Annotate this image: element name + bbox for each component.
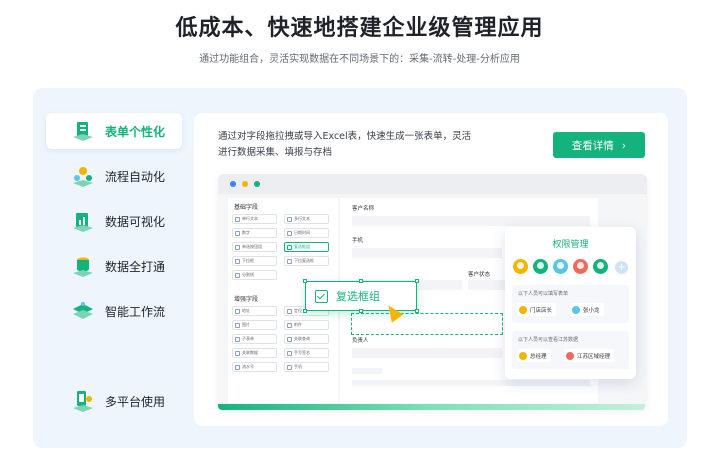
advanced-fields-title: 增强字段	[234, 296, 259, 303]
preview-bottom-bar	[218, 404, 645, 410]
phone-label: 手机	[352, 238, 364, 244]
window-dot-yellow	[242, 181, 248, 187]
resize-handle[interactable]	[359, 279, 363, 283]
nav-item-label: 多平台使用	[105, 394, 166, 409]
section-label: 以下人员可以填写表单	[518, 291, 569, 297]
field-chip[interactable]: 附件	[284, 320, 329, 330]
resize-handle[interactable]	[303, 309, 307, 313]
permission-section-fill: 以下人员可以填写表单 门店店长 张小龙	[512, 285, 629, 323]
field-chip[interactable]: 手写签名	[284, 348, 329, 358]
form-icon	[71, 119, 95, 143]
placeholder-bar	[352, 368, 382, 374]
placeholder-bar	[352, 380, 590, 386]
field-chip-highlighted[interactable]: 复选框组	[284, 242, 329, 252]
layers-icon	[71, 299, 95, 323]
add-member-icon[interactable]: +	[615, 261, 628, 274]
field-chip[interactable]: 下拉复选框	[284, 256, 329, 266]
nav-item-label: 智能工作流	[105, 304, 166, 319]
avatar	[519, 351, 527, 360]
checkbox-icon	[315, 289, 328, 303]
avatar	[519, 305, 527, 314]
field-chip[interactable]: 子表单	[232, 334, 277, 344]
resize-handle[interactable]	[415, 279, 419, 283]
field-chip[interactable]: 多行文本	[284, 214, 329, 224]
resize-handle[interactable]	[303, 279, 307, 283]
nav-item-visualization[interactable]: 数据可视化	[46, 203, 182, 239]
avatar	[513, 259, 528, 274]
avatar	[533, 259, 548, 274]
page-title: 低成本、快速地搭建企业级管理应用	[175, 16, 544, 41]
user-tag[interactable]: 总经理	[517, 349, 551, 362]
nav-item-label: 数据全打通	[105, 259, 166, 274]
basic-fields-title: 基础字段	[234, 204, 259, 211]
chevron-right-icon: ›	[621, 138, 627, 152]
field-chip[interactable]: 图片	[232, 320, 277, 330]
page-subtitle: 通过功能组合，灵活实现数据在不同场景下的：采集-流转-处理-分析应用	[199, 54, 520, 65]
permission-section-view: 以下人员可以查看江苏数据 总经理 江苏区域经理	[512, 331, 629, 369]
user-tag[interactable]: 张小龙	[570, 303, 604, 316]
field-chip[interactable]: 地址	[232, 306, 277, 316]
phone-field[interactable]	[352, 248, 502, 258]
permission-card: 权限管理 + 以下人员可以填写表单 门店店长 张小龙 以下人员可以查看江苏数据 …	[505, 227, 636, 379]
dragged-widget-label: 复选框组	[336, 290, 380, 303]
resize-handle[interactable]	[359, 309, 363, 313]
window-dot-blue	[230, 181, 236, 187]
view-details-label: 查看详情	[571, 139, 614, 152]
customer-name-field[interactable]	[352, 216, 590, 226]
owner-label: 负责人	[352, 338, 369, 344]
status-field-right[interactable]	[468, 280, 508, 290]
devices-icon	[71, 389, 95, 413]
resize-handle[interactable]	[415, 309, 419, 313]
field-chip[interactable]: 日期时间	[284, 228, 329, 238]
feature-description: 通过对字段拖拉拽或导入Excel表，快速生成一张表单，灵活进行数据采集、填报与存…	[218, 131, 472, 158]
window-title-bar	[218, 174, 647, 194]
field-chip[interactable]: 手机	[284, 362, 329, 372]
customer-name-label: 客户名称	[352, 206, 375, 212]
section-label: 以下人员可以查看江苏数据	[518, 337, 579, 343]
customer-status-label: 客户状态	[468, 272, 491, 278]
avatar	[566, 351, 574, 360]
nav-item-smart-flow[interactable]: 智能工作流	[46, 293, 182, 329]
chart-icon	[71, 209, 95, 233]
nav-item-form[interactable]: 表单个性化	[46, 113, 182, 149]
user-tag[interactable]: 门店店长	[517, 303, 557, 316]
avatar	[593, 259, 608, 274]
database-icon	[71, 254, 95, 278]
window-dot-green	[254, 181, 260, 187]
avatar	[573, 259, 588, 274]
field-chip[interactable]: 关联查询	[284, 334, 329, 344]
field-chip[interactable]: 分割线	[232, 270, 277, 280]
nav-item-data-sync[interactable]: 数据全打通	[46, 248, 182, 284]
user-tag[interactable]: 江苏区域经理	[564, 349, 615, 362]
nav-item-workflow[interactable]: 流程自动化	[46, 158, 182, 194]
avatar	[553, 259, 568, 274]
view-details-button[interactable]: 查看详情 ›	[553, 132, 645, 158]
nav-item-label: 流程自动化	[105, 169, 166, 184]
workflow-icon	[71, 164, 95, 188]
field-chip[interactable]: 下拉框	[232, 256, 277, 266]
owner-field[interactable]	[352, 348, 502, 358]
nav-item-multi-platform[interactable]: 多平台使用	[46, 383, 182, 419]
nav-item-label: 表单个性化	[105, 124, 166, 139]
dragged-checkbox-widget[interactable]: 复选框组	[305, 281, 417, 311]
field-chip[interactable]: 流水号	[232, 362, 277, 372]
avatar	[572, 305, 580, 314]
drop-target-area[interactable]	[351, 313, 503, 335]
field-chip[interactable]: 数字	[232, 228, 277, 238]
field-chip[interactable]: 关联数据	[232, 348, 277, 358]
field-chip[interactable]: 单选按钮组	[232, 242, 277, 252]
nav-item-label: 数据可视化	[105, 214, 166, 229]
field-chip[interactable]: 单行文本	[232, 214, 277, 224]
permission-title: 权限管理	[552, 240, 589, 250]
